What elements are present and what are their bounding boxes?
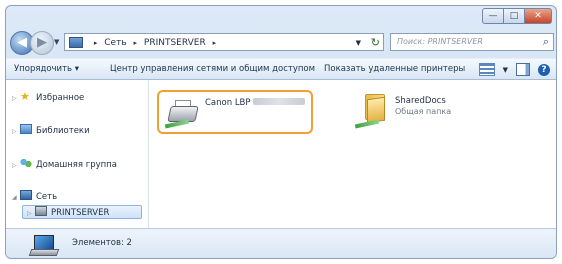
homegroup-icon <box>20 158 32 168</box>
breadcrumb-network[interactable]: Сеть <box>104 38 126 48</box>
help-icon[interactable]: ? <box>538 63 550 76</box>
file-item-label: SharedDocs <box>395 96 446 106</box>
navigation-pane: ▷ ★ Избранное ▷ Библиотеки ▷ Домашняя группа… <box>6 80 149 228</box>
expand-arrow-icon[interactable]: ▷ <box>27 207 35 221</box>
nav-item-label: PRINTSERVER <box>51 208 110 218</box>
content-area: ▷ ★ Избранное ▷ Библиотеки ▷ Домашняя группа… <box>6 80 556 228</box>
organize-button[interactable]: Упорядочить ▾ <box>14 64 79 74</box>
nav-item-homegroup[interactable]: ▷ Домашняя группа <box>12 158 117 172</box>
redacted-model <box>252 98 305 105</box>
view-controls: ▼ ? <box>478 63 550 76</box>
file-item-label: Canon LBP <box>205 98 305 108</box>
view-dropdown-icon[interactable]: ▼ <box>503 66 508 74</box>
shared-folder-icon <box>354 94 385 129</box>
nav-item-favorites[interactable]: ▷ ★ Избранное <box>12 90 84 104</box>
nav-item-libraries[interactable]: ▷ Библиотеки <box>12 124 90 138</box>
file-item-canon-printer[interactable]: Canon LBP <box>157 90 313 134</box>
search-input[interactable]: Поиск: PRINTSERVER ⌕ <box>390 33 554 51</box>
network-center-button[interactable]: Центр управления сетями и общим доступом <box>110 64 315 74</box>
collapse-arrow-icon[interactable]: ◢ <box>12 191 20 205</box>
star-icon: ★ <box>20 90 30 103</box>
address-dropdown-icon[interactable]: ▼ <box>356 34 361 52</box>
nav-item-label: Сеть <box>36 192 58 202</box>
details-pane: Элементов: 2 <box>6 228 556 258</box>
preview-pane-icon[interactable] <box>516 63 530 76</box>
title-bar: — □ ✕ <box>6 6 556 28</box>
breadcrumb-separator[interactable]: ▸ <box>94 39 98 47</box>
breadcrumb-separator[interactable]: ▸ <box>213 39 217 47</box>
minimize-button[interactable]: — <box>482 8 504 24</box>
network-icon <box>20 190 32 200</box>
nav-item-label: Домашняя группа <box>36 160 117 170</box>
network-icon <box>69 37 83 48</box>
file-item-type: Общая папка <box>395 107 452 116</box>
command-bar: Упорядочить ▾ Центр управления сетями и … <box>6 58 556 80</box>
file-list: Canon LBP SharedDocs Общая папка <box>149 80 556 228</box>
search-placeholder: Поиск: PRINTSERVER <box>397 37 483 46</box>
breadcrumb-separator[interactable]: ▸ <box>134 39 138 47</box>
expand-arrow-icon[interactable]: ▷ <box>12 125 20 139</box>
show-remote-printers-button[interactable]: Показать удаленные принтеры <box>324 64 465 74</box>
search-icon[interactable]: ⌕ <box>543 34 549 50</box>
maximize-button[interactable]: □ <box>504 8 525 24</box>
server-icon <box>35 206 47 216</box>
printer-icon <box>164 98 199 129</box>
breadcrumb-printserver[interactable]: PRINTSERVER <box>144 38 206 48</box>
file-item-shareddocs[interactable]: SharedDocs Общая папка <box>349 90 499 134</box>
item-count: Элементов: 2 <box>72 238 132 248</box>
recent-pages-dropdown[interactable]: ▼ <box>54 38 59 46</box>
address-row: ◀ ▶ ▼ ▸ Сеть ▸ PRINTSERVER ▸ ▼ ↻ Поиск: … <box>6 30 556 56</box>
nav-item-label: Библиотеки <box>36 126 90 136</box>
nav-item-printserver[interactable]: ▷ PRINTSERVER <box>22 205 142 219</box>
forward-button[interactable]: ▶ <box>30 31 54 55</box>
library-icon <box>20 124 32 134</box>
nav-item-label: Избранное <box>36 93 85 103</box>
refresh-icon[interactable]: ↻ <box>371 34 380 52</box>
explorer-window: — □ ✕ ◀ ▶ ▼ ▸ Сеть ▸ PRINTSERVER ▸ ▼ ↻ П… <box>5 5 557 259</box>
close-button[interactable]: ✕ <box>525 8 552 24</box>
computer-icon <box>28 235 60 256</box>
nav-item-network[interactable]: ◢ Сеть <box>12 190 57 204</box>
expand-arrow-icon[interactable]: ▷ <box>12 159 20 173</box>
address-bar[interactable]: ▸ Сеть ▸ PRINTSERVER ▸ ▼ ↻ <box>64 33 384 51</box>
change-view-icon[interactable] <box>478 63 495 76</box>
caption-buttons: — □ ✕ <box>482 8 552 24</box>
expand-arrow-icon[interactable]: ▷ <box>12 92 20 106</box>
